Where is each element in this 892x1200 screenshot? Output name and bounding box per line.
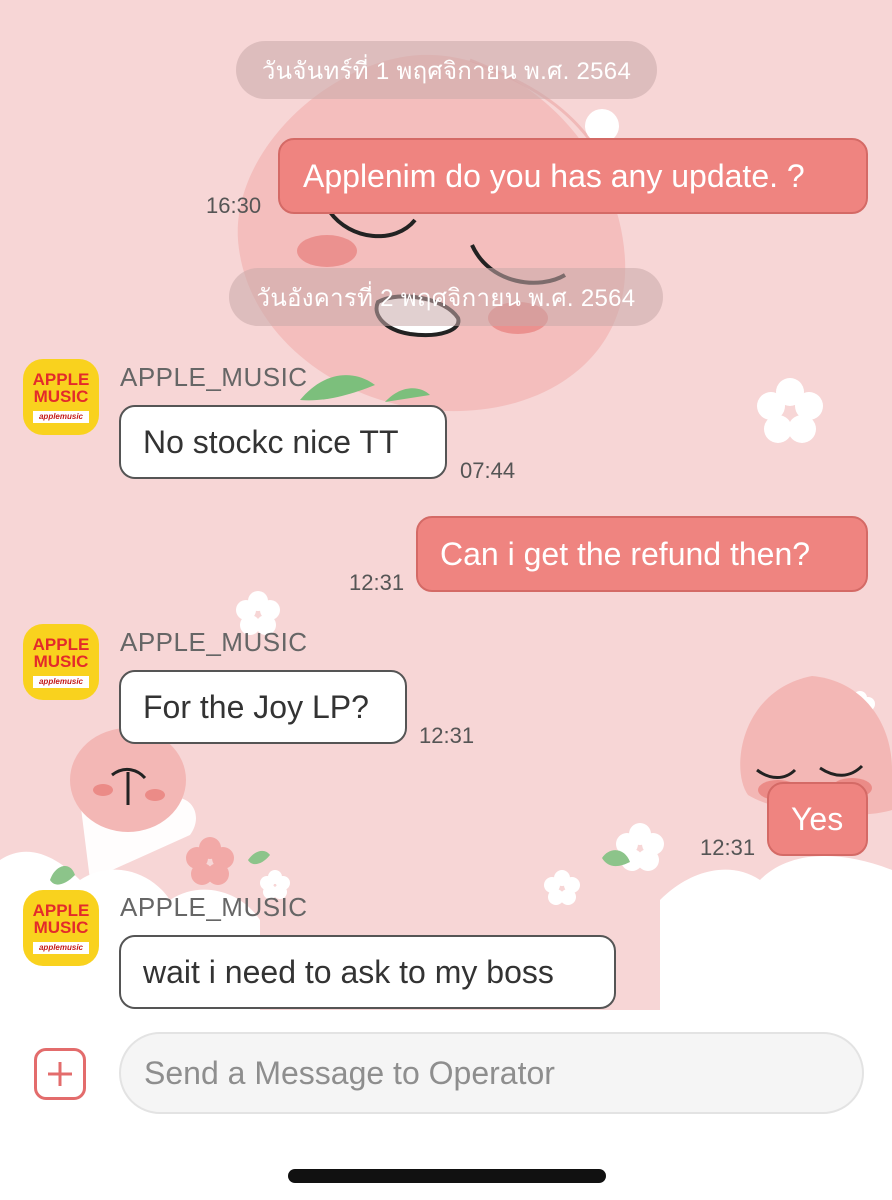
message-text: Yes [791,800,844,837]
message-text: Applenim do you has any update. ? [303,157,805,194]
message-input[interactable]: Send a Message to Operator [119,1032,864,1114]
message-time: 12:31 [419,723,475,748]
home-indicator[interactable] [288,1169,606,1183]
sender-avatar[interactable]: APPLE MUSIC applemusic [23,890,99,966]
message-time: 07:44 [460,458,516,483]
date-separator: วันจันทร์ที่ 1 พฤศจิกายน พ.ศ. 2564 [236,41,657,99]
avatar-logo-text: APPLE [32,370,90,389]
incoming-message-bubble[interactable]: wait i need to ask to my boss [119,935,616,1009]
message-text: wait i need to ask to my boss [143,953,554,990]
avatar-logo-subtext: applemusic [33,411,89,423]
date-separator: วันอังคารที่ 2 พฤศจิกายน พ.ศ. 2564 [229,268,663,326]
avatar-logo-text: APPLE [32,635,90,654]
message-text: For the Joy LP? [143,688,369,725]
add-attachment-button[interactable] [34,1048,86,1100]
outgoing-message-bubble[interactable]: Yes [767,782,868,856]
avatar-logo-text: APPLE [32,901,90,920]
message-text: Can i get the refund then? [440,535,811,572]
sender-name: APPLE_MUSIC [120,892,308,922]
avatar-logo-subtext: applemusic [33,676,89,688]
outgoing-message-bubble[interactable]: Can i get the refund then? [416,516,868,592]
incoming-message-bubble[interactable]: For the Joy LP? [119,670,407,744]
sender-avatar[interactable]: APPLE MUSIC applemusic [23,359,99,435]
message-time: 12:31 [349,570,405,595]
sender-name: APPLE_MUSIC [120,362,308,392]
message-time: 12:31 [700,835,756,860]
message-input-placeholder: Send a Message to Operator [144,1054,555,1091]
plus-icon [48,1062,72,1086]
avatar-logo-text: MUSIC [33,387,89,406]
avatar-logo-subtext: applemusic [33,942,89,954]
message-time: 16:30 [206,193,262,218]
outgoing-message-bubble[interactable]: Applenim do you has any update. ? [278,138,868,214]
message-text: No stockc nice TT [143,423,399,460]
incoming-message-bubble[interactable]: No stockc nice TT [119,405,447,479]
avatar-logo-text: MUSIC [33,918,89,937]
sender-name: APPLE_MUSIC [120,627,308,657]
sender-avatar[interactable]: APPLE MUSIC applemusic [23,624,99,700]
avatar-logo-text: MUSIC [33,652,89,671]
